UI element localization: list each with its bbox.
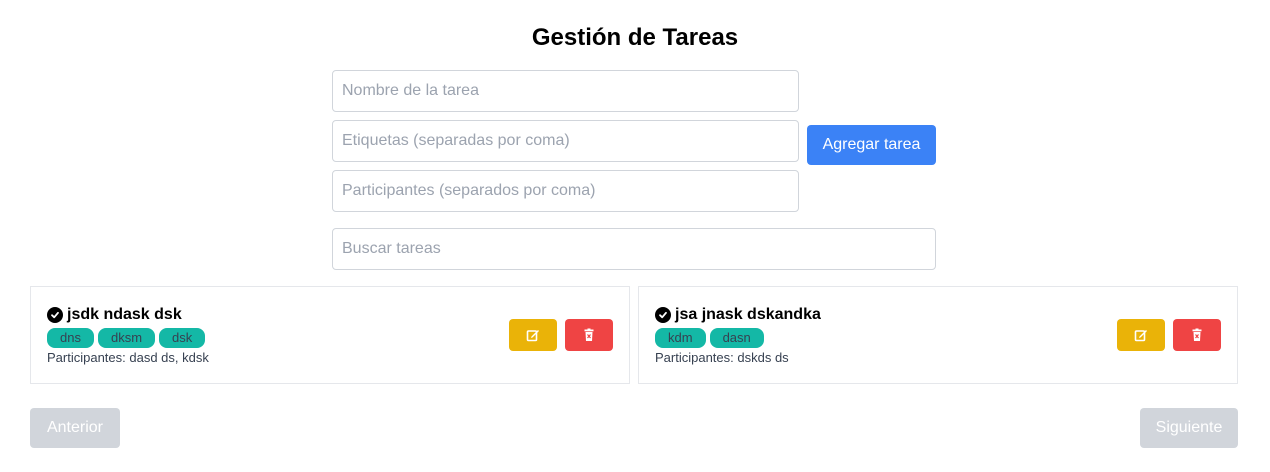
task-title-row: jsa jnask dskandka xyxy=(655,306,821,324)
edit-task-button[interactable] xyxy=(1117,319,1165,351)
task-participants: Participantes: dasd ds, kdsk xyxy=(47,350,209,365)
check-circle-icon xyxy=(47,307,63,323)
tag: dksm xyxy=(97,328,156,348)
trash-icon xyxy=(1192,328,1202,341)
next-page-button[interactable]: Siguiente xyxy=(1140,408,1238,448)
task-title: jsa jnask dskandka xyxy=(675,306,821,323)
tag: dns xyxy=(47,328,94,348)
trash-icon xyxy=(584,328,594,341)
tag-list: dns dksm dsk xyxy=(47,328,206,348)
edit-task-button[interactable] xyxy=(509,319,557,351)
tag-list: kdm dasn xyxy=(655,328,764,348)
tags-input[interactable] xyxy=(332,120,799,162)
delete-task-button[interactable] xyxy=(565,319,613,351)
task-name-input[interactable] xyxy=(332,70,799,112)
participants-input[interactable] xyxy=(332,170,799,212)
edit-icon xyxy=(1134,330,1147,342)
task-title-row: jsdk ndask dsk xyxy=(47,306,182,324)
delete-task-button[interactable] xyxy=(1173,319,1221,351)
previous-page-button[interactable]: Anterior xyxy=(30,408,120,448)
tag: kdm xyxy=(655,328,706,348)
tag: dasn xyxy=(709,328,764,348)
add-task-button[interactable]: Agregar tarea xyxy=(807,125,936,165)
edit-icon xyxy=(526,330,539,342)
page-title: Gestión de Tareas xyxy=(531,24,739,51)
task-participants: Participantes: dskds ds xyxy=(655,350,789,365)
search-input[interactable] xyxy=(332,228,936,270)
task-card: jsa jnask dskandka kdm dasn Participante… xyxy=(638,286,1238,384)
check-circle-icon xyxy=(655,307,671,323)
tag: dsk xyxy=(159,328,206,348)
task-title: jsdk ndask dsk xyxy=(67,306,182,323)
task-card: jsdk ndask dsk dns dksm dsk Participante… xyxy=(30,286,630,384)
